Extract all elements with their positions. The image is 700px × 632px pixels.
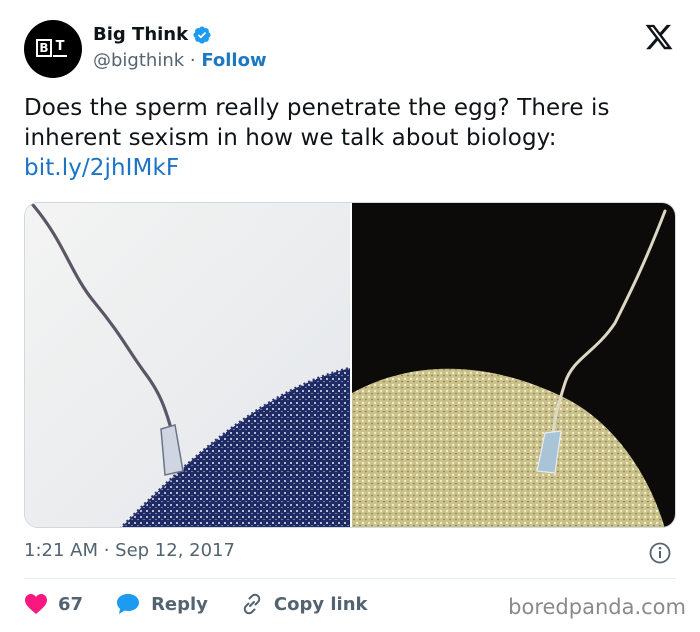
info-icon[interactable] [648, 541, 672, 565]
copy-link-label: Copy link [273, 593, 368, 615]
tweet-media-image[interactable] [24, 202, 676, 528]
reply-label: Reply [151, 593, 208, 615]
divider [24, 578, 676, 579]
avatar[interactable]: B T [24, 20, 82, 78]
tweet-link[interactable]: bit.ly/2jhIMkF [24, 153, 674, 183]
copy-link-button[interactable]: Copy link [240, 592, 368, 616]
like-count: 67 [58, 593, 84, 615]
handle-row: @bigthink · Follow [93, 50, 267, 71]
big-think-logo: B T [36, 39, 67, 57]
tweet-timestamp[interactable]: 1:21 AM · Sep 12, 2017 [24, 540, 235, 561]
tweet-header: B T Big Think @bigthink · Follow [24, 20, 676, 80]
display-name[interactable]: Big Think [93, 24, 188, 45]
like-button[interactable]: 67 [24, 593, 83, 615]
follow-button[interactable]: Follow [201, 50, 266, 71]
logo-letter-b: B [36, 39, 52, 57]
sperm-egg-image [25, 203, 675, 527]
action-bar: 67 Reply Copy link [24, 590, 400, 618]
name-row: Big Think [93, 24, 212, 45]
handle-separator: · [184, 50, 202, 71]
heart-icon [25, 594, 47, 614]
handle[interactable]: @bigthink [93, 50, 184, 71]
tweet-body: Does the sperm really penetrate the egg?… [24, 95, 610, 151]
verified-badge-icon [193, 25, 211, 44]
logo-letter-t: T [53, 39, 67, 57]
reply-bubble-icon [117, 594, 140, 614]
boredpanda-watermark: boredpanda.com [508, 595, 686, 619]
link-icon [243, 593, 261, 615]
reply-button[interactable]: Reply [115, 592, 208, 616]
x-logo-icon[interactable] [644, 22, 674, 52]
panel-divider [350, 203, 352, 527]
tweet-text-block: Does the sperm really penetrate the egg?… [24, 93, 674, 183]
